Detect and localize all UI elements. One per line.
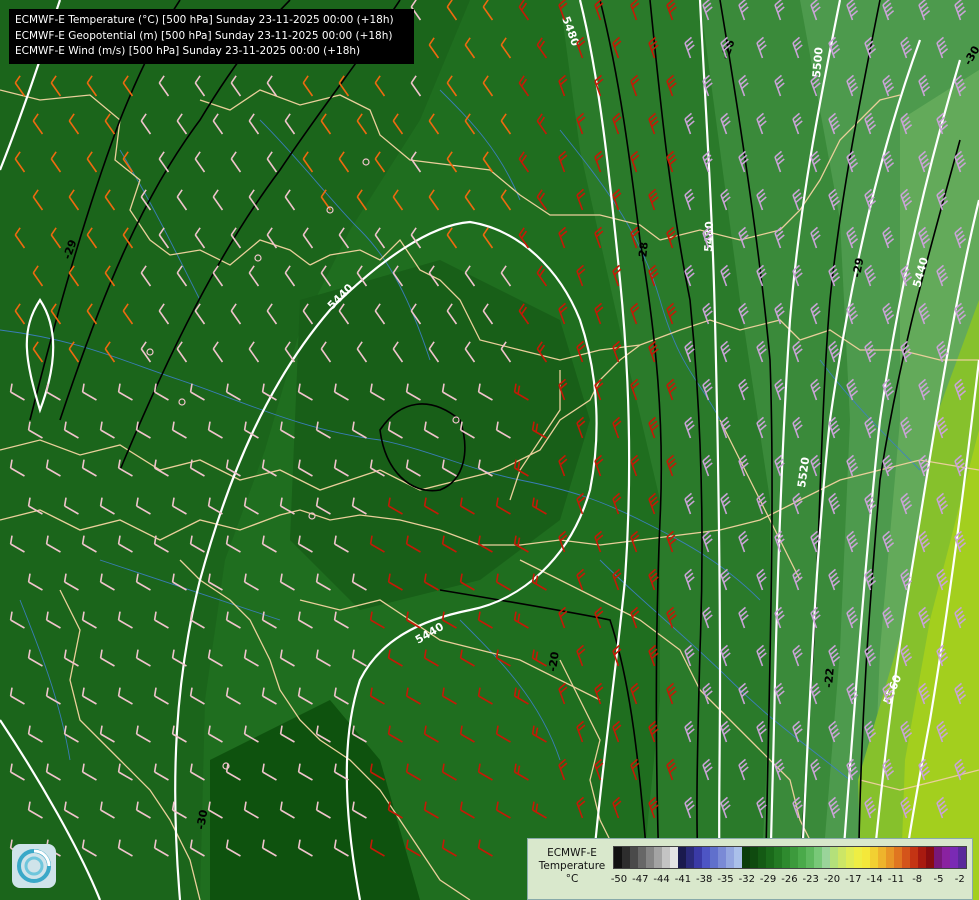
- legend-swatch: [750, 847, 758, 868]
- weather-map[interactable]: 5480 5500 5480 5440 5440 5520 5440 5560 …: [0, 0, 979, 900]
- legend-swatch: [886, 847, 894, 868]
- legend-tick-label: -14: [866, 874, 883, 885]
- logo-icon: [12, 844, 56, 888]
- legend-swatch: [846, 847, 854, 868]
- legend-swatch: [678, 847, 686, 868]
- legend-swatch: [902, 847, 910, 868]
- legend-swatch: [662, 847, 670, 868]
- legend-swatch: [894, 847, 902, 868]
- legend-swatch: [646, 847, 654, 868]
- legend-swatch: [950, 847, 958, 868]
- legend-swatch: [926, 847, 934, 868]
- legend-tick-label: -35: [717, 874, 734, 885]
- legend-swatch: [958, 847, 966, 868]
- legend-swatch: [918, 847, 926, 868]
- legend-swatch: [694, 847, 702, 868]
- legend-tick-label: -17: [845, 874, 862, 885]
- map-title-box: ECMWF-E Temperature (°C) [500 hPa] Sunda…: [9, 9, 414, 64]
- legend-tick-label: -29: [759, 874, 777, 885]
- legend-tick-label: -32: [738, 874, 755, 885]
- legend-tick-label: -2: [954, 874, 965, 885]
- legend-tick-label: -5: [933, 874, 944, 885]
- legend-tick-label: -41: [674, 874, 692, 885]
- legend-tick-label: -8: [912, 874, 923, 885]
- legend-swatch: [942, 847, 950, 868]
- legend-tick-label: -38: [696, 874, 713, 885]
- legend-swatch: [654, 847, 662, 868]
- legend-tick-label: -11: [887, 874, 905, 885]
- legend-title-line: °C: [565, 873, 579, 885]
- legend-title-line: ECMWF-E: [547, 847, 597, 859]
- legend-swatch: [726, 847, 734, 868]
- forecast-map-viewer: 5480 5500 5480 5440 5440 5520 5440 5560 …: [0, 0, 979, 900]
- legend-title: ECMWF-E Temperature °C: [532, 847, 612, 886]
- temperature-layer-title: ECMWF-E Temperature (°C) [500 hPa] Sunda…: [15, 14, 394, 26]
- legend-swatch: [614, 847, 622, 868]
- legend-color-bar: [613, 846, 967, 869]
- temperature-legend: ECMWF-E Temperature °C -50 -47 -44 -41 -38 -3…: [527, 838, 973, 900]
- legend-swatch: [798, 847, 806, 868]
- legend-swatch: [686, 847, 694, 868]
- legend-swatch: [870, 847, 878, 868]
- legend-swatch: [934, 847, 942, 868]
- legend-swatch: [814, 847, 822, 868]
- temperature-label: -28: [636, 241, 651, 262]
- legend-swatch: [670, 847, 678, 868]
- legend-swatch: [758, 847, 766, 868]
- legend-swatch: [630, 847, 638, 868]
- legend-swatch: [806, 847, 814, 868]
- legend-swatch: [822, 847, 830, 868]
- legend-tick-label: -23: [802, 874, 819, 885]
- legend-tick-label: -50: [610, 874, 628, 885]
- legend-swatch: [774, 847, 782, 868]
- temperature-label: -22: [822, 667, 837, 688]
- geopotential-layer-title: ECMWF-E Geopotential (m) [500 hPa] Sunda…: [15, 29, 393, 42]
- legend-swatch: [702, 847, 710, 868]
- legend-swatch: [838, 847, 846, 868]
- legend-swatch: [742, 847, 750, 868]
- legend-swatch: [878, 847, 886, 868]
- legend-tick-label: -20: [823, 874, 841, 885]
- legend-tick-label: -47: [632, 874, 649, 885]
- legend-swatch: [766, 847, 774, 868]
- legend-swatch: [862, 847, 870, 868]
- legend-swatch: [734, 847, 742, 868]
- wind-layer-title: ECMWF-E Wind (m/s) [500 hPa] Sunday 23-1…: [15, 45, 361, 57]
- legend-ticks: -50 -47 -44 -41 -38 -35 -32 -29 -26 -23 -20 -17 -14-…: [610, 874, 973, 888]
- legend-swatch: [710, 847, 718, 868]
- geopotential-label: 5500: [810, 46, 826, 78]
- legend-swatch: [622, 847, 630, 868]
- legend-swatch: [718, 847, 726, 868]
- legend-swatch: [782, 847, 790, 868]
- legend-swatch: [854, 847, 862, 868]
- legend-swatch: [910, 847, 918, 868]
- legend-tick-label: -44: [653, 874, 670, 885]
- legend-title-line: Temperature: [538, 860, 606, 872]
- legend-swatch: [638, 847, 646, 868]
- legend-swatch: [830, 847, 838, 868]
- legend-tick-label: -26: [781, 874, 798, 885]
- legend-swatch: [790, 847, 798, 868]
